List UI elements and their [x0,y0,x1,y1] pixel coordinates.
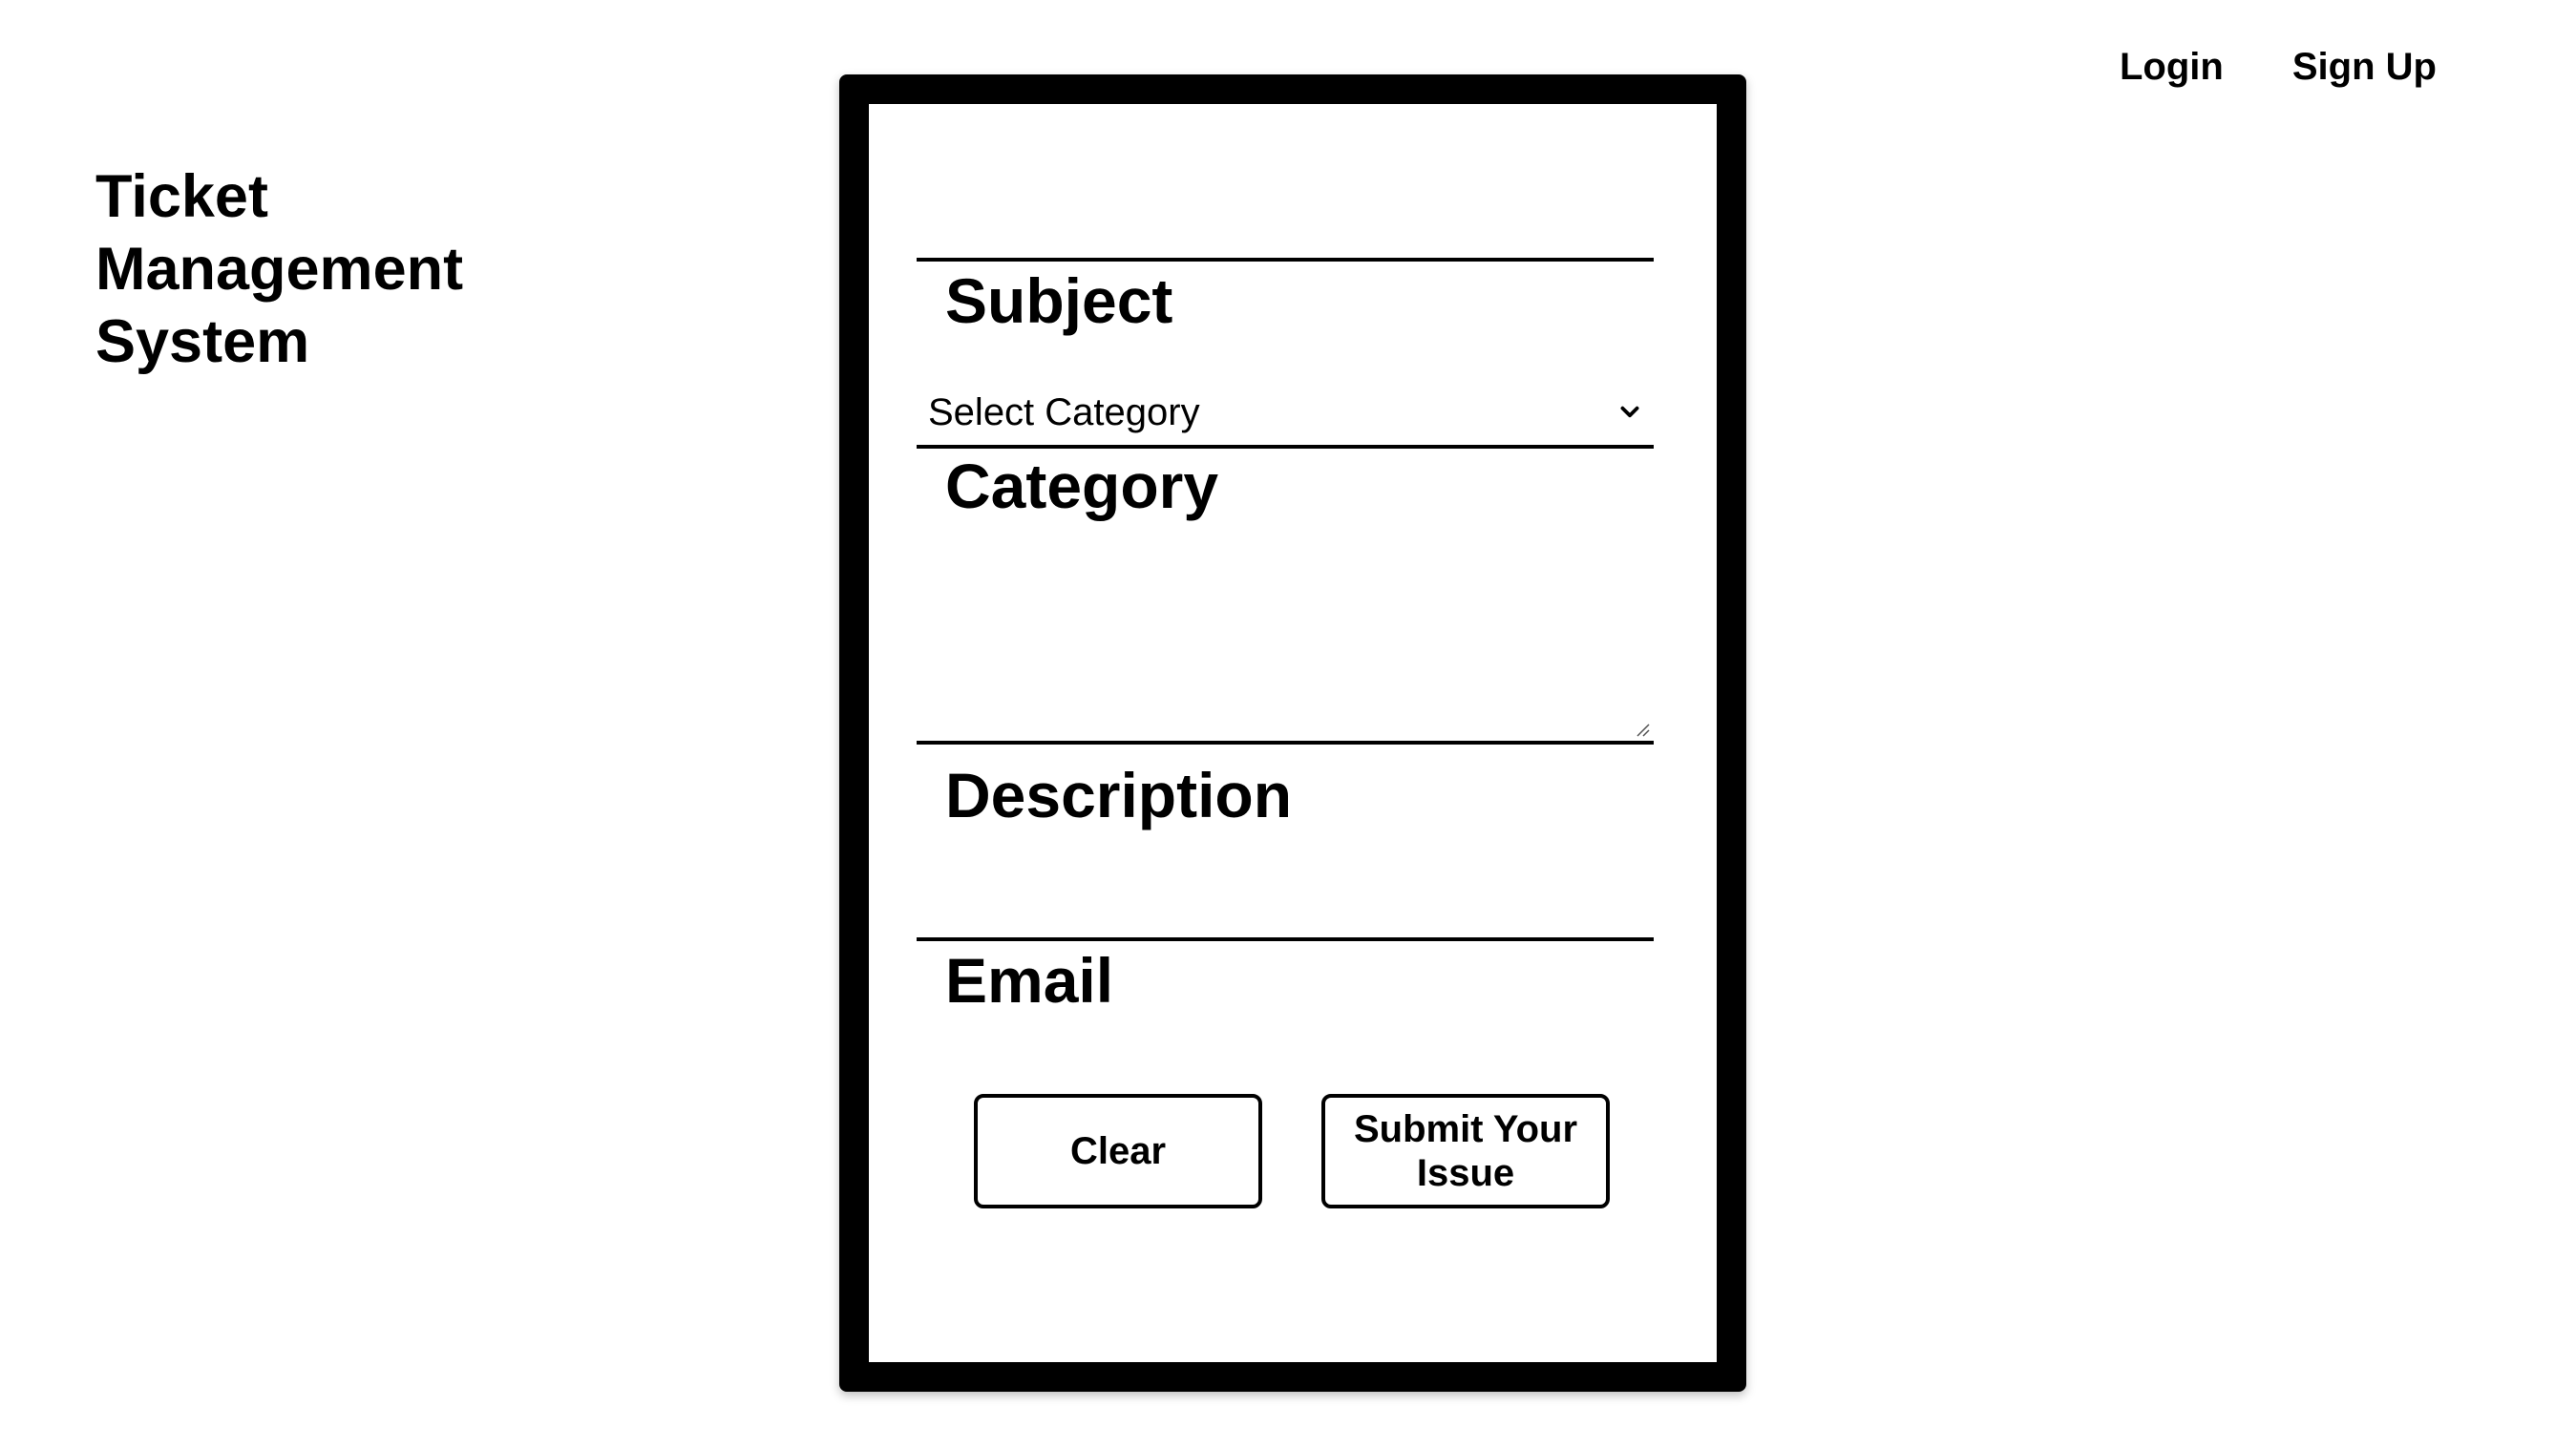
email-label: Email [945,945,1114,1016]
category-select[interactable]: Select Category [917,380,1654,449]
description-label: Description [945,760,1293,830]
category-selected-value: Select Category [928,390,1200,433]
subject-label: Subject [945,265,1173,336]
category-label: Category [945,451,1219,521]
submit-issue-button[interactable]: Submit Your Issue [1321,1094,1610,1208]
chevron-down-icon [1620,406,1639,418]
subject-input[interactable] [917,204,1654,262]
signup-link[interactable]: Sign Up [2292,46,2437,89]
description-textarea[interactable] [917,529,1654,745]
login-link[interactable]: Login [2120,46,2224,89]
top-nav: Login Sign Up [2120,46,2437,89]
email-input[interactable] [917,884,1654,941]
app-title: Ticket Management System [95,163,464,375]
resize-grip-icon[interactable] [1633,720,1650,737]
clear-button[interactable]: Clear [974,1094,1262,1208]
